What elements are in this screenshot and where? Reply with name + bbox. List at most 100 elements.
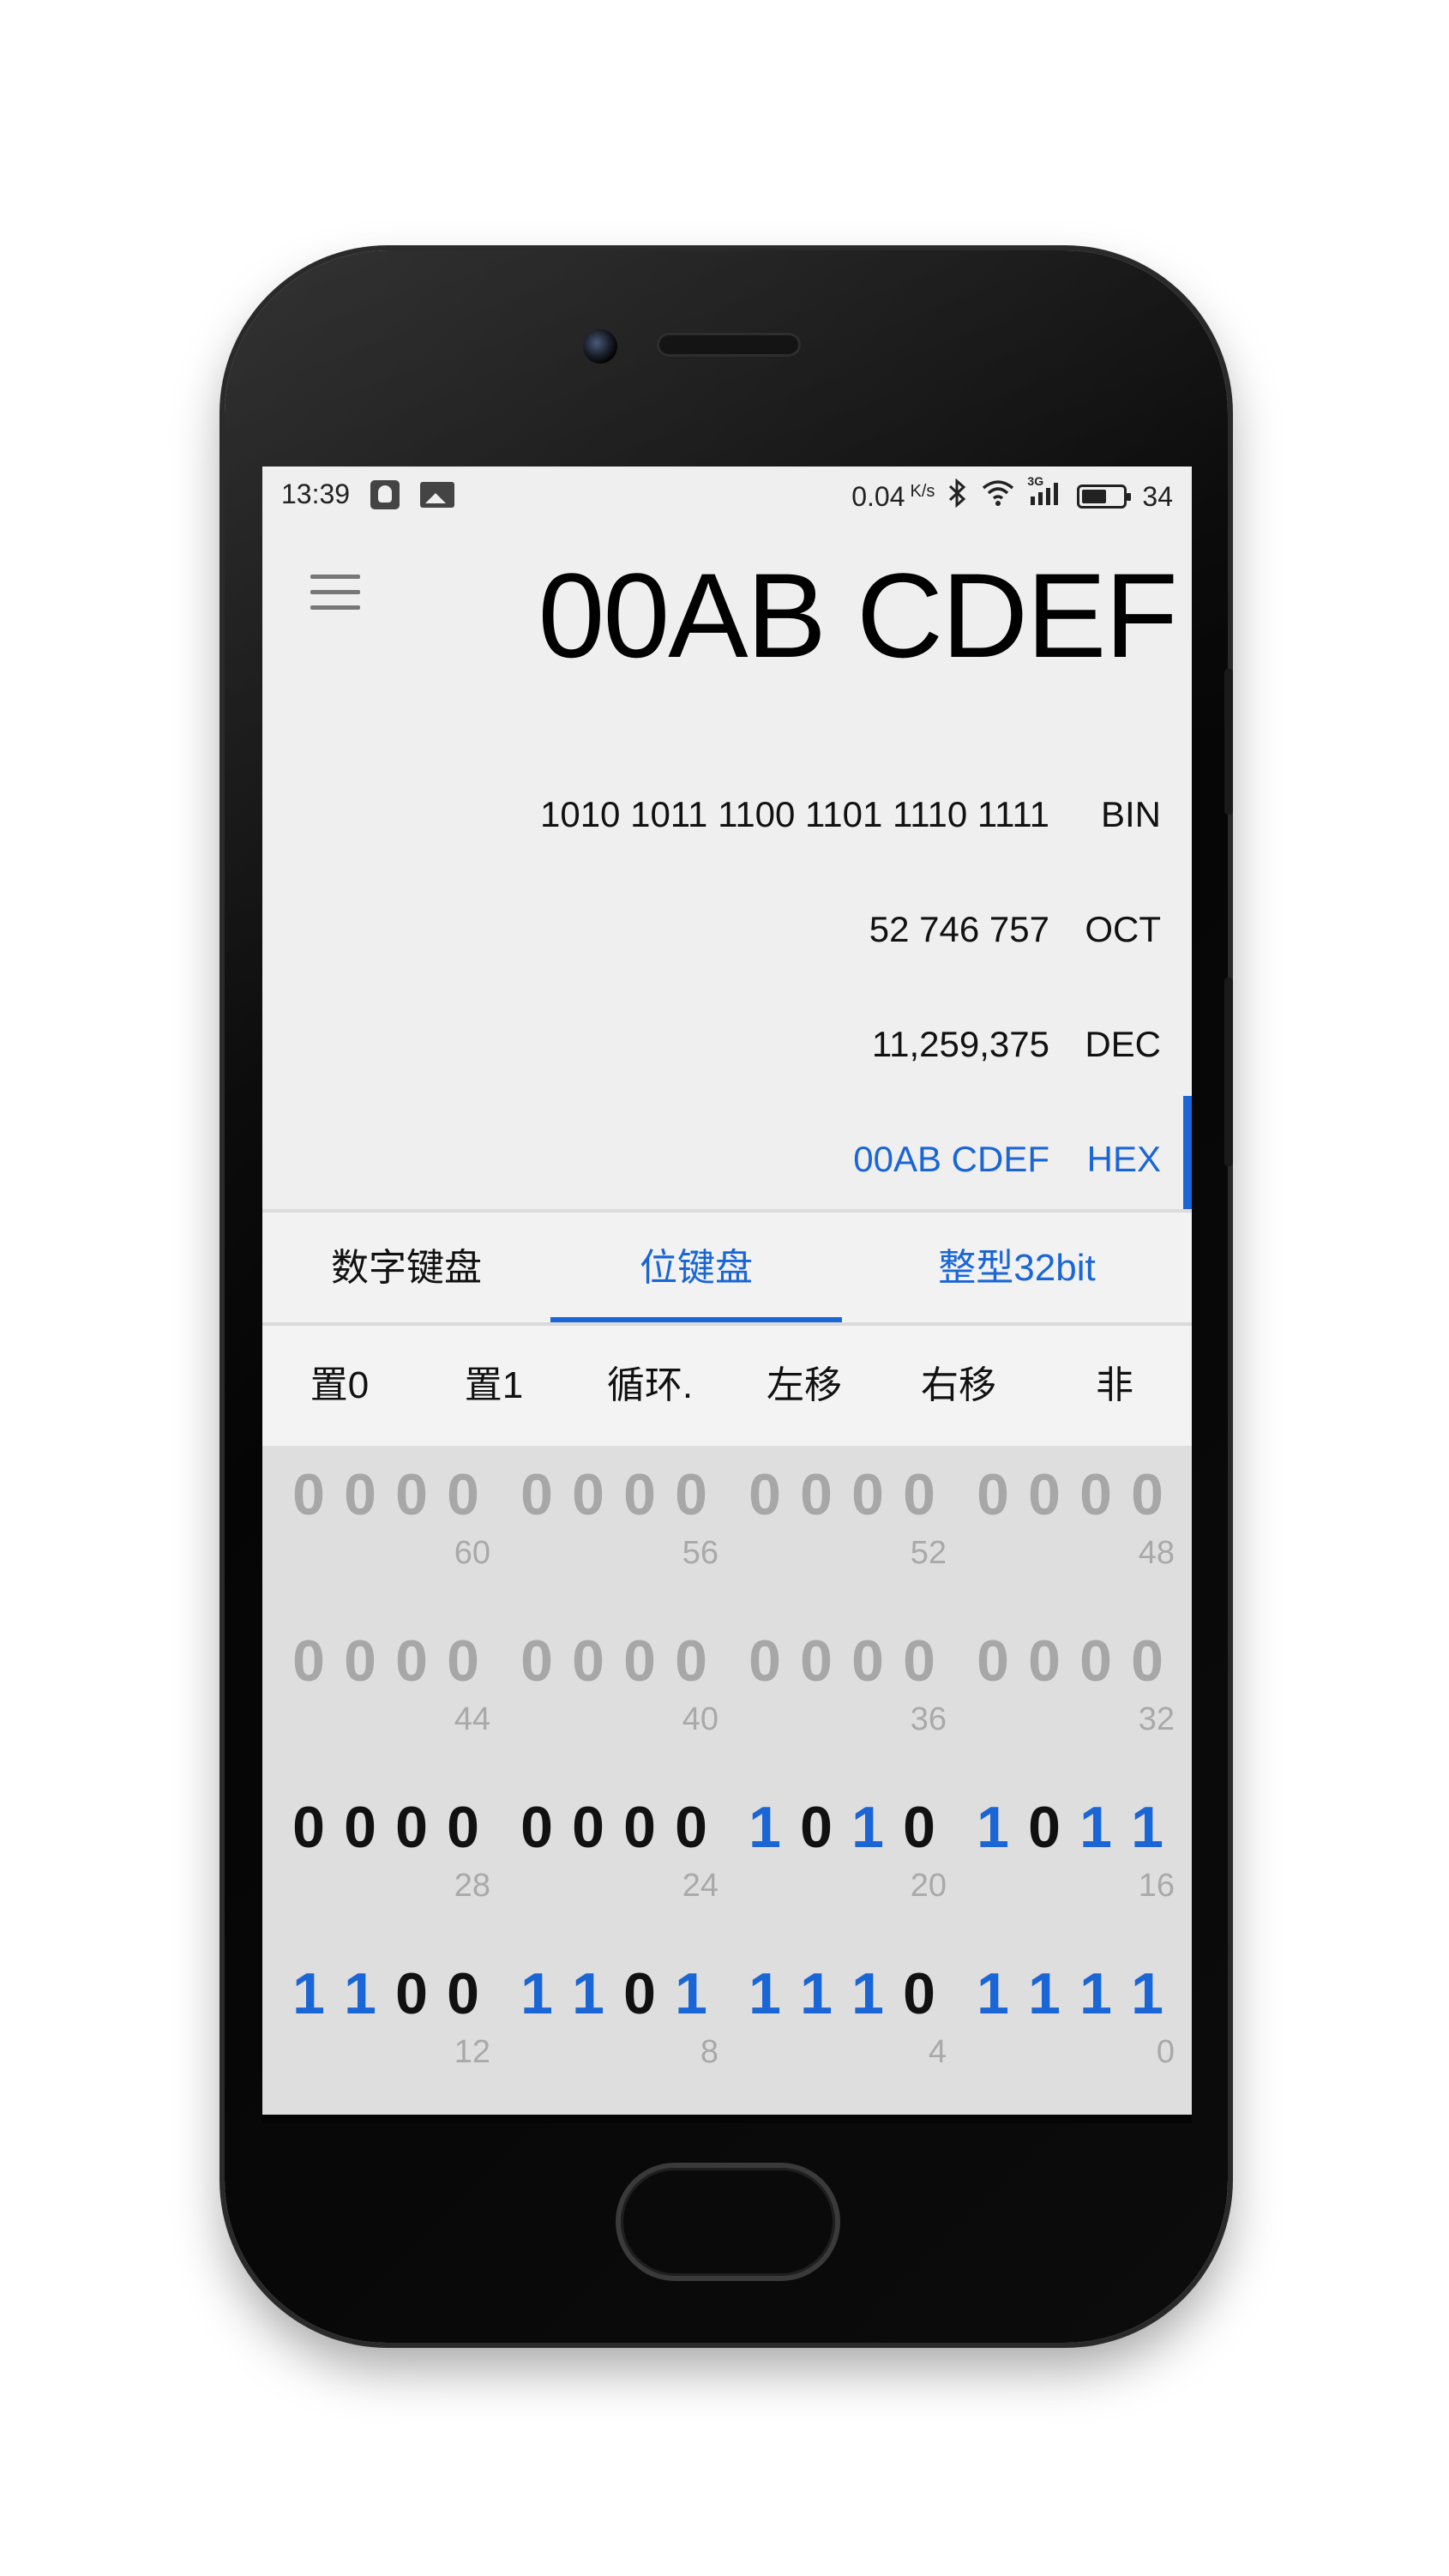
tab-bit-keyboard[interactable]: 位键盘 bbox=[550, 1213, 842, 1324]
bit-toggle[interactable]: 1 bbox=[842, 1789, 893, 1866]
bit-toggle[interactable]: 0 bbox=[511, 1789, 562, 1866]
bit-toggle[interactable]: 0 bbox=[893, 1789, 945, 1866]
bit-position-label: 32 bbox=[1138, 1701, 1175, 1737]
bit-position-label: 16 bbox=[1138, 1868, 1175, 1904]
bit-toggle[interactable]: 1 bbox=[665, 1955, 717, 2032]
bit-toggle: 0 bbox=[851, 1462, 884, 1527]
home-button[interactable] bbox=[621, 2168, 835, 2276]
bit-position-label: 12 bbox=[454, 2034, 490, 2070]
wifi-icon bbox=[981, 479, 1015, 514]
hex-label: HEX bbox=[1086, 1139, 1161, 1179]
nibble-bits: 0000 bbox=[967, 1622, 1190, 1700]
bit-toggle[interactable]: 0 bbox=[437, 1789, 489, 1866]
bit-toggle[interactable]: 0 bbox=[1019, 1789, 1070, 1866]
battery-level: 34 bbox=[1142, 480, 1173, 512]
not-button[interactable]: 非 bbox=[1037, 1326, 1192, 1446]
bit-position-label: 56 bbox=[682, 1535, 718, 1571]
bit-toggle: 0 bbox=[623, 1628, 656, 1694]
earpiece-speaker bbox=[657, 333, 801, 357]
shift-right-button[interactable]: 右移 bbox=[881, 1326, 1036, 1446]
active-base-indicator bbox=[1183, 1096, 1192, 1209]
clock: 13:39 bbox=[281, 478, 351, 509]
bit-toggle[interactable]: 0 bbox=[386, 1789, 437, 1866]
bit-toggle[interactable]: 1 bbox=[967, 1789, 1019, 1866]
bit-toggle[interactable]: 0 bbox=[791, 1789, 842, 1866]
bit-nibble: 0 0 0 0 52 bbox=[739, 1456, 962, 1585]
bit-toggle: 0 bbox=[292, 1628, 325, 1694]
dec-value: 11,259,375 bbox=[871, 1024, 1049, 1064]
bit-position-label: 0 bbox=[1156, 2034, 1175, 2070]
bit-toggle[interactable]: 0 bbox=[614, 1789, 665, 1866]
bit-toggle[interactable]: 0 bbox=[283, 1789, 334, 1866]
tab-int32[interactable]: 整型32bit bbox=[842, 1213, 1192, 1324]
menu-icon[interactable] bbox=[310, 575, 360, 612]
tab-number-keyboard[interactable]: 数字键盘 bbox=[262, 1213, 550, 1324]
bit-nibble: 1 0 1 1 16 bbox=[967, 1789, 1190, 1917]
dec-label: DEC bbox=[1085, 1024, 1161, 1064]
bit-nibble: 0 0 0 0 44 bbox=[283, 1622, 506, 1751]
front-camera bbox=[583, 329, 617, 364]
bit-toggle[interactable]: 1 bbox=[791, 1955, 842, 2032]
bit-nibble: 0 0 0 0 40 bbox=[511, 1622, 734, 1751]
bit-toggle: 0 bbox=[572, 1462, 604, 1527]
oct-row[interactable]: 52 746 757 OCT bbox=[262, 900, 1192, 960]
bit-toggle[interactable]: 1 bbox=[283, 1955, 334, 2032]
bit-position-label: 8 bbox=[700, 2034, 718, 2070]
bit-toggle[interactable]: 1 bbox=[739, 1789, 791, 1866]
bit-nibble: 0 0 0 0 48 bbox=[967, 1456, 1190, 1585]
rotate-button[interactable]: 循环. bbox=[573, 1326, 727, 1446]
hex-row[interactable]: 00AB CDEF HEX bbox=[262, 1130, 1192, 1190]
bottom-bezel bbox=[262, 2115, 1192, 2123]
set-zero-button[interactable]: 置0 bbox=[262, 1326, 417, 1446]
bit-toggle: 0 bbox=[572, 1628, 604, 1694]
qq-icon bbox=[370, 479, 400, 509]
bit-toggle[interactable]: 1 bbox=[967, 1955, 1019, 2032]
bit-toggle[interactable]: 1 bbox=[1121, 1955, 1173, 2032]
bit-nibble: 1 1 0 0 12 bbox=[283, 1955, 506, 2084]
bit-toggle[interactable]: 1 bbox=[511, 1955, 562, 2032]
bit-toggle[interactable]: 0 bbox=[437, 1955, 489, 2032]
bit-toggle[interactable]: 1 bbox=[1070, 1789, 1121, 1866]
bit-toggle[interactable]: 0 bbox=[334, 1789, 386, 1866]
bit-toggle[interactable]: 0 bbox=[614, 1955, 665, 2032]
image-notification-icon bbox=[420, 481, 455, 508]
bit-toggle[interactable]: 1 bbox=[334, 1955, 386, 2032]
bit-toggle: 0 bbox=[447, 1462, 479, 1527]
bit-toggle[interactable]: 0 bbox=[665, 1789, 717, 1866]
oct-label: OCT bbox=[1085, 909, 1161, 949]
bit-toggle[interactable]: 1 bbox=[1019, 1955, 1070, 2032]
bit-toggle: 0 bbox=[1131, 1462, 1163, 1527]
bit-toggle[interactable]: 0 bbox=[562, 1789, 614, 1866]
status-bar-left: 13:39 bbox=[281, 478, 455, 510]
cellular-signal-icon: 3G bbox=[1027, 474, 1065, 514]
volume-button-2 bbox=[1224, 1029, 1233, 1166]
bin-row[interactable]: 1010 1011 1100 1101 1110 1111 BIN bbox=[262, 785, 1192, 846]
bit-toggle: 0 bbox=[903, 1462, 935, 1527]
bit-nibble: 0 0 0 0 28 bbox=[283, 1789, 506, 1917]
bit-position-label: 48 bbox=[1138, 1535, 1175, 1571]
nibble-bits: 0000 bbox=[739, 1456, 962, 1533]
power-button bbox=[1224, 669, 1233, 815]
bit-position-label: 40 bbox=[682, 1701, 718, 1737]
status-bar: 13:39 0.04 K/s 3G 34 bbox=[262, 466, 1192, 521]
bit-toggle: 0 bbox=[977, 1628, 1009, 1694]
bit-toggle[interactable]: 0 bbox=[386, 1955, 437, 2032]
bit-nibble: 11110 bbox=[967, 1955, 1190, 2084]
bit-toggle[interactable]: 1 bbox=[739, 1955, 791, 2032]
bit-toggle[interactable]: 1 bbox=[842, 1955, 893, 2032]
bit-toggle[interactable]: 0 bbox=[893, 1955, 945, 2032]
bit-nibble: 0 0 0 0 56 bbox=[511, 1456, 734, 1585]
bit-operations-bar: 置0 置1 循环. 左移 右移 非 bbox=[262, 1326, 1192, 1446]
shift-left-button[interactable]: 左移 bbox=[727, 1326, 881, 1446]
set-one-button[interactable]: 置1 bbox=[417, 1326, 571, 1446]
bit-nibble: 0 0 0 0 36 bbox=[739, 1622, 962, 1751]
nibble-bits: 0000 bbox=[511, 1456, 734, 1533]
network-type: 3G bbox=[1027, 474, 1044, 488]
oct-value: 52 746 757 bbox=[869, 909, 1049, 949]
bit-toggle[interactable]: 1 bbox=[1070, 1955, 1121, 2032]
bit-toggle[interactable]: 1 bbox=[562, 1955, 614, 2032]
dec-row[interactable]: 11,259,375 DEC bbox=[262, 1015, 1192, 1075]
bit-toggle: 0 bbox=[344, 1462, 376, 1527]
bit-toggle[interactable]: 1 bbox=[1121, 1789, 1173, 1866]
bit-keyboard: 0 0 0 0 60 0 0 0 0 56 0 0 0 0 52 0 0 0 0 48 0 0 0 0 44 0 0 0 0 40 0 0 0 0… bbox=[262, 1446, 1192, 2115]
